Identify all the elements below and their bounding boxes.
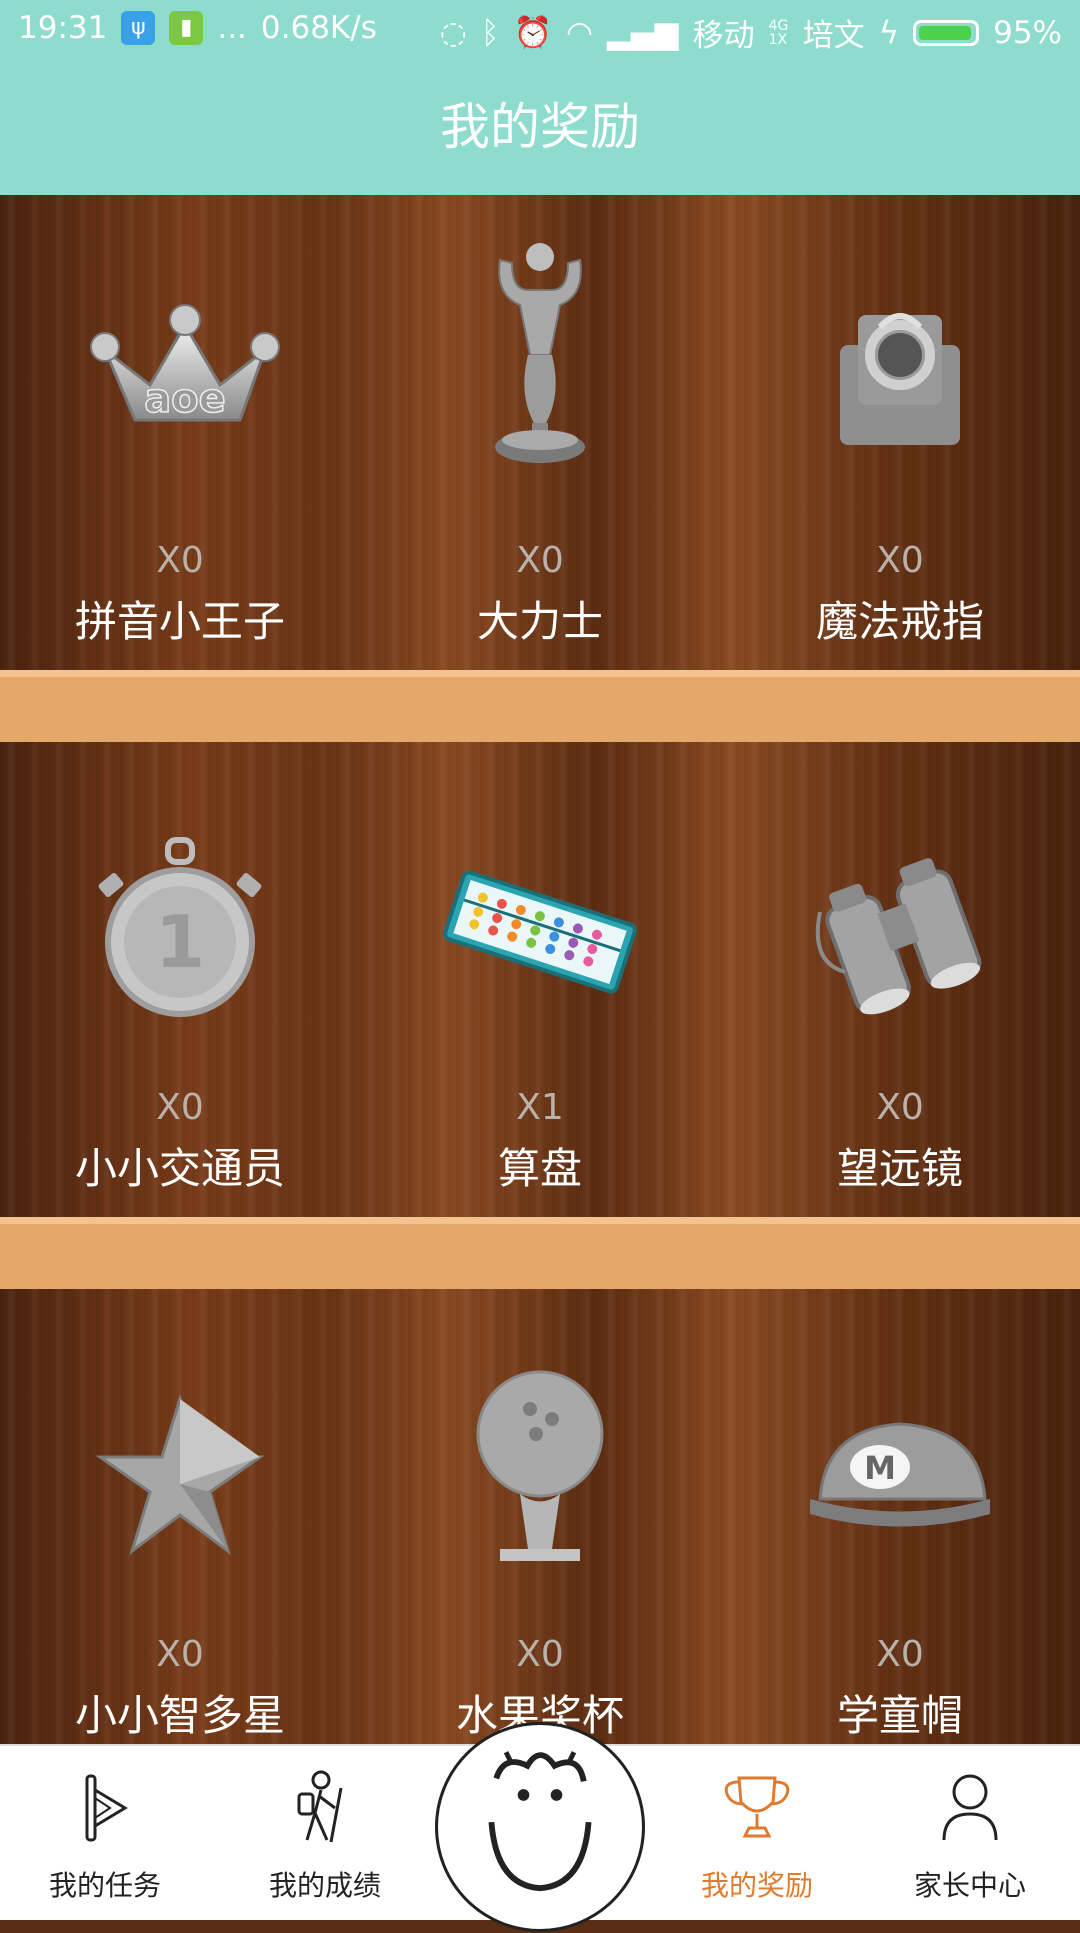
award-name: 学童帽 [836,1691,963,1740]
award-item[interactable]: X0 小小智多星 [0,1289,360,1764]
strongman-trophy-icon [495,243,585,463]
award-name: 魔法戒指 [815,597,984,646]
cap-badge-text: M [864,1449,896,1487]
tab-label: 我的成绩 [268,1869,381,1902]
tab-my-tasks[interactable]: 我的任务 [5,1746,205,1922]
battery-saver-icon: ▮ [169,11,204,45]
status-bar: 19:31 ψ ▮ ... 0.68K/s ◌ ᛒ ⏰ ◠ ▂▄▆ 移动 4G … [0,0,1080,60]
bowling-trophy-icon [476,1370,604,1561]
award-count: X0 [876,1634,924,1675]
tab-my-scores[interactable]: 我的成绩 [225,1746,425,1922]
stopwatch-badge-text: 1 [155,900,205,984]
charging-icon: ϟ [878,14,900,51]
award-item[interactable]: X0 望远镜 [720,742,1080,1217]
award-count: X0 [876,540,924,581]
status-more: ... [217,10,247,46]
tab-label: 家长中心 [913,1869,1026,1902]
award-count: X0 [876,1087,924,1128]
award-count: X0 [156,540,204,581]
network-type: 4G 1X [768,17,789,48]
abacus-icon [443,870,637,994]
award-item[interactable]: X0 水果奖杯 [360,1289,720,1764]
award-name: 小小交通员 [74,1144,285,1193]
battery-percent: 95% [993,14,1062,51]
shelf-board-1 [0,670,1080,742]
award-shelves: aoe X0 拼音小王子 X0 大力士 X0 魔法戒指 1 X0 小小交通员 X… [0,195,1080,1745]
battery-fill [919,25,972,40]
shelf-board-2 [0,1217,1080,1289]
crown-icon: aoe [90,304,280,423]
crown-badge-text: aoe [144,376,226,422]
award-item[interactable]: X0 大力士 [360,195,720,670]
award-item[interactable]: X1 算盘 [360,742,720,1217]
carrier-2: 培文 [802,18,865,54]
wifi-icon: ◠ [566,14,594,51]
award-item[interactable]: M X0 学童帽 [720,1289,1080,1764]
award-name: 望远镜 [836,1144,963,1193]
center-home-button[interactable] [435,1722,645,1932]
page-title: 我的奖励 [440,98,640,156]
star-icon [95,1393,265,1555]
tab-parent-center[interactable]: 家长中心 [870,1746,1070,1922]
award-name: 小小智多星 [74,1691,285,1740]
award-count: X0 [156,1634,204,1675]
sync-icon: ◌ [439,14,467,51]
cap-icon: M [810,1422,990,1527]
usb-icon: ψ [121,11,156,45]
network-speed: 0.68K/s [260,10,377,46]
award-item[interactable]: aoe X0 拼音小王子 [0,195,360,670]
bluetooth-icon: ᛒ [480,14,500,51]
status-time: 19:31 [18,10,108,46]
person-icon [942,1774,998,1841]
tab-label: 我的奖励 [700,1869,813,1902]
award-count: X0 [516,1634,564,1675]
award-name: 算盘 [497,1144,582,1193]
binoculars-icon [815,858,982,1015]
award-count: X0 [516,540,564,581]
award-count: X0 [156,1087,204,1128]
hiker-icon [297,1770,343,1843]
award-name: 大力士 [476,597,603,646]
stopwatch-icon: 1 [98,837,262,1017]
award-item[interactable]: 1 X0 小小交通员 [0,742,360,1217]
award-name: 拼音小王子 [74,597,285,646]
signal-icon: ▂▄▆ [607,14,679,51]
battery-icon [913,19,980,46]
tab-my-awards[interactable]: 我的奖励 [657,1746,857,1922]
alarm-icon: ⏰ [513,15,553,51]
carrier-1: 移动 [692,18,755,54]
smiley-face-icon [488,1751,592,1892]
flag-task-icon [85,1774,128,1842]
ring-box-icon [840,313,960,445]
trophy-icon [724,1776,790,1838]
title-bar: 我的奖励 [0,60,1080,195]
award-item[interactable]: X0 魔法戒指 [720,195,1080,670]
award-count: X1 [516,1087,564,1128]
tab-label: 我的任务 [48,1869,161,1902]
